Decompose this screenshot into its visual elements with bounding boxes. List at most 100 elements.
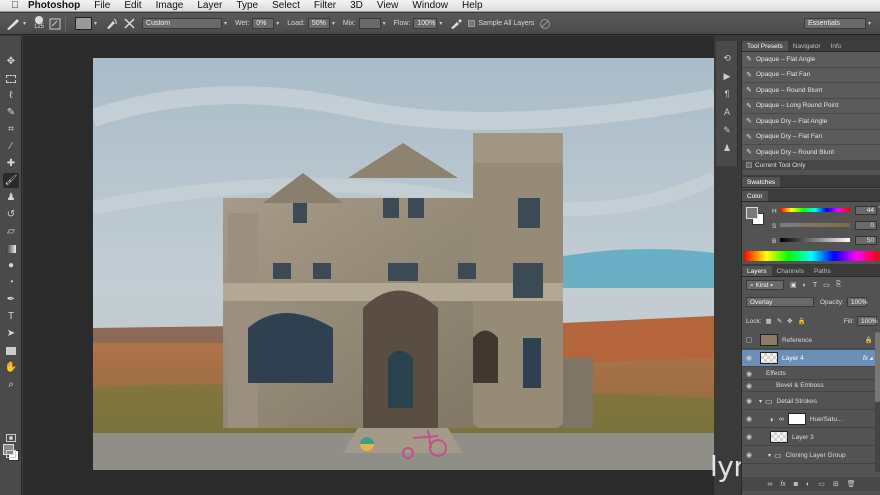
menu-3d[interactable]: 3D bbox=[344, 0, 371, 12]
marquee-tool-icon[interactable] bbox=[3, 71, 19, 86]
group-row[interactable]: ◉ ▾ ▭ Detail Strokes bbox=[742, 393, 880, 410]
effects-row[interactable]: ◉ Effects bbox=[742, 368, 880, 380]
tab-color[interactable]: Color bbox=[742, 191, 768, 201]
eye-icon[interactable]: ◉ bbox=[742, 397, 756, 405]
menu-app-name[interactable]: Photoshop bbox=[22, 0, 88, 12]
opacity-field[interactable]: 100% bbox=[846, 297, 867, 307]
tab-info[interactable]: Info bbox=[826, 41, 847, 51]
tab-channels[interactable]: Channels bbox=[772, 266, 809, 276]
filter-pixel-icon[interactable]: ▣ bbox=[790, 281, 797, 289]
menu-layer[interactable]: Layer bbox=[191, 0, 230, 12]
gradient-tool-icon[interactable] bbox=[3, 241, 19, 256]
new-adjustment-icon[interactable]: ◐ bbox=[806, 481, 810, 488]
pressure-toggle[interactable] bbox=[539, 18, 551, 30]
menu-help[interactable]: Help bbox=[456, 0, 491, 12]
flow-control[interactable]: Flow: 100% ▾ bbox=[394, 18, 446, 29]
flow-field[interactable]: 100% bbox=[413, 18, 438, 29]
add-mask-icon[interactable]: ◙ bbox=[794, 481, 798, 488]
chevron-down-icon[interactable]: ▾ bbox=[759, 398, 762, 405]
eye-icon[interactable]: ◉ bbox=[742, 433, 756, 441]
brush-panel-toggle[interactable] bbox=[49, 18, 61, 30]
rectangle-tool-icon[interactable] bbox=[3, 343, 19, 358]
new-group-icon[interactable]: ▭ bbox=[818, 480, 825, 488]
wet-field[interactable]: 0% bbox=[252, 18, 275, 29]
brush-size-picker[interactable]: 125 bbox=[34, 16, 44, 31]
menu-edit[interactable]: Edit bbox=[118, 0, 149, 12]
menu-select[interactable]: Select bbox=[266, 0, 308, 12]
menu-filter[interactable]: Filter bbox=[308, 0, 344, 12]
layer-row[interactable]: ▢ Reference 🔒 bbox=[742, 332, 880, 349]
layers-scrollbar[interactable] bbox=[875, 332, 880, 472]
filter-shape-icon[interactable]: ▭ bbox=[823, 281, 830, 289]
preset-item[interactable]: ✎ Opaque – Flat Fan bbox=[742, 67, 880, 83]
quick-select-tool-icon[interactable]: ✎ bbox=[3, 105, 19, 120]
brush-panel-icon[interactable]: ✎ bbox=[719, 123, 735, 137]
move-tool-icon[interactable]: ✥ bbox=[3, 54, 19, 69]
color-ramp[interactable] bbox=[744, 251, 879, 261]
layer-row-selected[interactable]: ◉ Layer 4 fx ▴ bbox=[742, 350, 880, 367]
hue-field[interactable]: 44 bbox=[855, 206, 877, 215]
eye-icon[interactable]: ◉ bbox=[742, 354, 756, 362]
crop-tool-icon[interactable]: ⌗ bbox=[3, 122, 19, 137]
lock-transparent-icon[interactable]: ▦ bbox=[766, 317, 772, 325]
saturation-slider[interactable] bbox=[780, 223, 850, 227]
eyedropper-tool-icon[interactable]: ⁄ bbox=[3, 139, 19, 154]
link-layers-icon[interactable]: ∞ bbox=[767, 481, 772, 488]
screen-mode-icon[interactable] bbox=[3, 446, 19, 461]
quick-mask-icon[interactable] bbox=[3, 430, 19, 445]
layer-row[interactable]: ◉ ◐ ∞ Hue/Satu... bbox=[742, 411, 880, 428]
lock-image-icon[interactable]: ✎ bbox=[777, 317, 782, 325]
preset-item[interactable]: ✎ Opaque Dry – Round Blunt bbox=[742, 145, 880, 161]
foreground-color-swatch[interactable] bbox=[746, 207, 758, 219]
mix-field[interactable] bbox=[358, 18, 381, 29]
clean-brush-after-stroke[interactable] bbox=[123, 17, 136, 30]
menu-image[interactable]: Image bbox=[150, 0, 192, 12]
tool-preset-picker[interactable]: ▾ bbox=[5, 17, 29, 31]
filter-type-icon[interactable]: T bbox=[813, 282, 817, 289]
castle-painting-canvas[interactable] bbox=[93, 58, 714, 470]
filter-adjustment-icon[interactable]: ◐ bbox=[803, 282, 807, 289]
filter-kind-select[interactable]: ⌕ Kind ▾ bbox=[746, 280, 784, 290]
tab-swatches[interactable]: Swatches bbox=[742, 177, 781, 187]
load-control[interactable]: Load: 50% ▾ bbox=[287, 18, 338, 29]
pen-tool-icon[interactable]: ✒ bbox=[3, 292, 19, 307]
add-style-icon[interactable]: fx bbox=[780, 481, 785, 488]
actions-panel-icon[interactable]: ▶ bbox=[719, 69, 735, 83]
history-brush-tool-icon[interactable]: ↺ bbox=[3, 207, 19, 222]
apple-icon[interactable]:  bbox=[8, 0, 22, 11]
preset-select[interactable]: Custom ▾ bbox=[142, 18, 230, 29]
preset-item[interactable]: ✎ Opaque Dry – Flat Fan bbox=[742, 129, 880, 145]
preset-item[interactable]: ✎ Opaque – Round Blunt bbox=[742, 83, 880, 99]
hand-tool-icon[interactable]: ✋ bbox=[3, 360, 19, 375]
brightness-field[interactable]: 50 bbox=[855, 236, 877, 245]
preset-item[interactable]: ✎ Opaque – Flat Angle bbox=[742, 52, 880, 68]
eye-icon[interactable]: ◉ bbox=[742, 451, 756, 459]
menu-type[interactable]: Type bbox=[230, 0, 266, 12]
lasso-tool-icon[interactable]: ℓ bbox=[3, 88, 19, 103]
menu-window[interactable]: Window bbox=[406, 0, 456, 12]
group-row[interactable]: ◉ ▾ ▭ Cloning Layer Group bbox=[742, 447, 880, 464]
airbrush-toggle[interactable] bbox=[450, 18, 463, 30]
mix-control[interactable]: Mix: ▾ bbox=[343, 18, 389, 29]
history-panel-icon[interactable]: ⟲ bbox=[719, 51, 735, 65]
load-field[interactable]: 50% bbox=[307, 18, 330, 29]
lock-position-icon[interactable]: ✥ bbox=[787, 317, 792, 325]
trash-icon[interactable]: 🗑 bbox=[847, 480, 856, 488]
current-tool-only-row[interactable]: Current Tool Only bbox=[742, 160, 880, 170]
chevron-down-icon[interactable]: ▾ bbox=[768, 452, 771, 459]
path-select-tool-icon[interactable]: ➤ bbox=[3, 326, 19, 341]
eye-icon[interactable]: ◉ bbox=[742, 415, 756, 423]
visibility-off-icon[interactable]: ▢ bbox=[742, 336, 756, 344]
blend-mode-select[interactable]: Overlay bbox=[746, 297, 814, 307]
current-tool-only-checkbox[interactable] bbox=[746, 162, 752, 168]
brightness-slider[interactable] bbox=[780, 238, 850, 242]
workspace-select[interactable]: Essentials ▾ bbox=[804, 18, 874, 29]
lock-all-icon[interactable]: 🔒 bbox=[798, 317, 806, 325]
eraser-tool-icon[interactable]: ▱ bbox=[3, 224, 19, 239]
scrollbar-thumb[interactable] bbox=[875, 332, 880, 402]
menu-view[interactable]: View bbox=[371, 0, 407, 12]
tab-layers[interactable]: Layers bbox=[742, 266, 772, 276]
sample-all-checkbox[interactable] bbox=[468, 20, 476, 27]
eye-icon[interactable]: ◉ bbox=[742, 382, 756, 390]
wet-control[interactable]: Wet: 0% ▾ bbox=[235, 18, 282, 29]
